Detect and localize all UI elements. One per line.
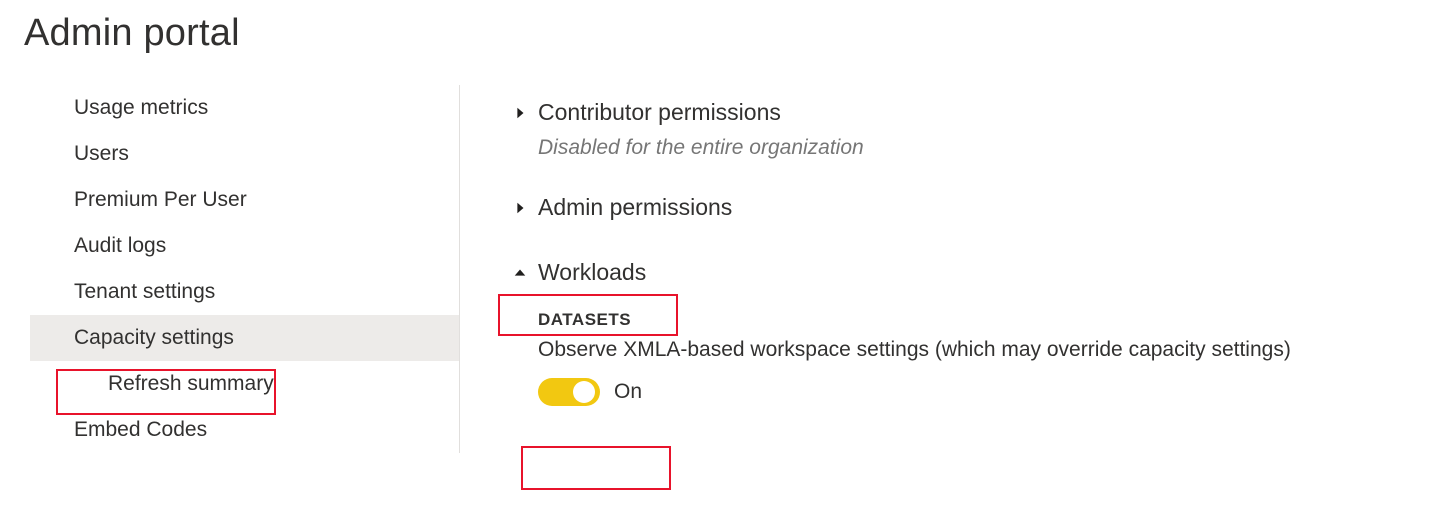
nav-item-premium-per-user[interactable]: Premium Per User: [30, 177, 459, 223]
nav-item-audit-logs[interactable]: Audit logs: [30, 223, 459, 269]
nav-item-tenant-settings[interactable]: Tenant settings: [30, 269, 459, 315]
content-pane: Contributor permissions Disabled for the…: [460, 85, 1429, 453]
xmla-toggle-label: On: [614, 380, 642, 404]
section-contributor-permissions: Contributor permissions Disabled for the…: [508, 95, 1409, 160]
workloads-body: DATASETS Observe XMLA-based workspace se…: [538, 310, 1409, 406]
caret-right-icon: [508, 106, 532, 120]
xmla-toggle[interactable]: [538, 378, 600, 406]
section-title-contributor: Contributor permissions: [538, 99, 781, 126]
section-title-workloads: Workloads: [538, 259, 646, 286]
nav-item-usage-metrics[interactable]: Usage metrics: [30, 85, 459, 131]
nav-subitem-refresh-summary[interactable]: Refresh summary: [30, 361, 459, 407]
nav-item-capacity-settings[interactable]: Capacity settings: [30, 315, 459, 361]
section-title-admin: Admin permissions: [538, 194, 732, 221]
caret-right-icon: [508, 201, 532, 215]
nav-item-embed-codes[interactable]: Embed Codes: [30, 407, 459, 453]
section-header-contributor[interactable]: Contributor permissions: [508, 95, 1409, 130]
xmla-toggle-row: On: [538, 378, 1409, 406]
datasets-heading: DATASETS: [538, 310, 1409, 330]
section-workloads: Workloads DATASETS Observe XMLA-based wo…: [508, 255, 1409, 406]
caret-up-icon: [508, 266, 532, 280]
section-header-admin[interactable]: Admin permissions: [508, 190, 1409, 225]
toggle-knob: [573, 381, 595, 403]
section-subtitle-contributor: Disabled for the entire organization: [538, 136, 1409, 160]
page-title: Admin portal: [0, 0, 1429, 85]
nav-item-users[interactable]: Users: [30, 131, 459, 177]
xmla-setting-text: Observe XMLA-based workspace settings (w…: [538, 338, 1409, 362]
section-admin-permissions: Admin permissions: [508, 190, 1409, 225]
sidebar-nav: Usage metrics Users Premium Per User Aud…: [0, 85, 460, 453]
section-header-workloads[interactable]: Workloads: [508, 255, 1409, 290]
main-layout: Usage metrics Users Premium Per User Aud…: [0, 85, 1429, 453]
